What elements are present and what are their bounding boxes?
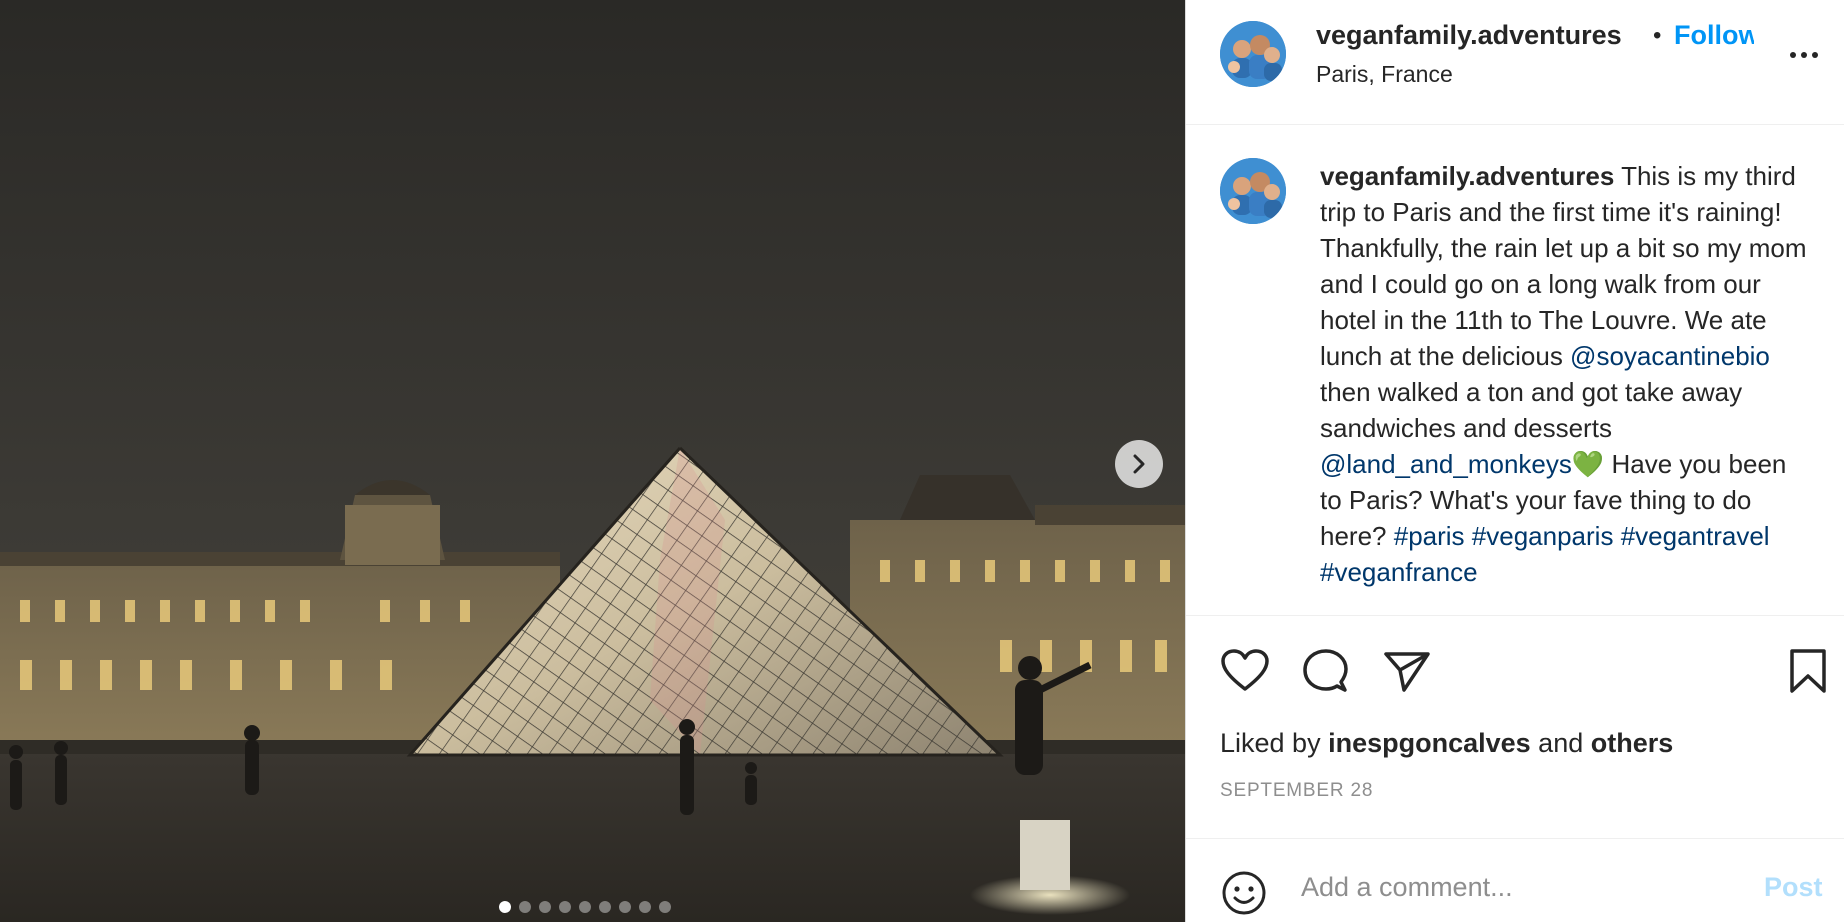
- post-comment-button[interactable]: Post: [1764, 872, 1823, 903]
- more-horizontal-icon: [1801, 52, 1807, 58]
- carousel-dot: [559, 901, 571, 913]
- carousel-dot: [519, 901, 531, 913]
- carousel-indicator: [499, 901, 671, 913]
- post-photo[interactable]: [0, 0, 1185, 922]
- mention-link[interactable]: @land_and_monkeys: [1320, 449, 1572, 479]
- more-horizontal-icon: [1812, 52, 1818, 58]
- more-horizontal-icon: [1790, 52, 1796, 58]
- more-options-button[interactable]: [1784, 40, 1824, 70]
- comment-button[interactable]: [1300, 648, 1350, 694]
- louvre-pyramid-night-photo: [0, 0, 1185, 922]
- caption-space: [1465, 521, 1472, 551]
- liked-by-others-link[interactable]: others: [1591, 728, 1674, 758]
- comments-section: veganfamily.adventures This is my third …: [1186, 126, 1844, 616]
- profile-photo: [1220, 158, 1286, 224]
- instagram-post-modal: veganfamily.adventures • Follow Paris, F…: [0, 0, 1844, 922]
- add-comment-bar: Post: [1186, 838, 1844, 922]
- carousel-dot: [539, 901, 551, 913]
- send-icon: [1384, 652, 1430, 692]
- hashtag-link[interactable]: #veganparis: [1472, 521, 1614, 551]
- post-author-username[interactable]: veganfamily.adventures: [1316, 20, 1622, 51]
- smiley-icon: [1222, 871, 1266, 915]
- hashtag-link[interactable]: #veganfrance: [1320, 557, 1478, 587]
- carousel-dot: [619, 901, 631, 913]
- next-photo-button[interactable]: [1115, 440, 1163, 488]
- caption-username[interactable]: veganfamily.adventures: [1320, 161, 1614, 191]
- post-header: veganfamily.adventures • Follow Paris, F…: [1186, 0, 1844, 125]
- carousel-dot: [659, 901, 671, 913]
- profile-photo: [1220, 21, 1286, 87]
- likes-middle: and: [1530, 728, 1591, 758]
- like-button[interactable]: [1220, 648, 1270, 694]
- hashtag-link[interactable]: #paris: [1394, 521, 1465, 551]
- post-action-bar: [1186, 640, 1844, 700]
- carousel-dot: [599, 901, 611, 913]
- caption-space: [1613, 521, 1620, 551]
- avatar[interactable]: [1220, 21, 1286, 87]
- mention-link[interactable]: @soyacantinebio: [1570, 341, 1770, 371]
- post-location[interactable]: Paris, France: [1316, 61, 1453, 88]
- caption-text: This is my third trip to Paris and the f…: [1320, 161, 1807, 371]
- comment-icon: [1303, 649, 1348, 692]
- carousel-dot: [499, 901, 511, 913]
- green-heart-emoji: 💚: [1571, 449, 1605, 479]
- likes-prefix: Liked by: [1220, 728, 1329, 758]
- chevron-right-icon: [1133, 454, 1145, 474]
- comment-input[interactable]: [1301, 861, 1741, 913]
- post-side-panel: veganfamily.adventures • Follow Paris, F…: [1185, 0, 1844, 922]
- follow-button[interactable]: Follow: [1674, 20, 1754, 51]
- avatar[interactable]: [1220, 158, 1286, 224]
- post-caption: veganfamily.adventures This is my third …: [1320, 158, 1810, 590]
- carousel-dot: [579, 901, 591, 913]
- carousel-dot: [639, 901, 651, 913]
- liked-by-user-link[interactable]: inespgoncalves: [1328, 728, 1531, 758]
- caption-text: then walked a ton and got take away sand…: [1320, 377, 1743, 443]
- post-date[interactable]: SEPTEMBER 28: [1220, 780, 1373, 802]
- separator-dot: •: [1653, 22, 1662, 49]
- hashtag-link[interactable]: #vegantravel: [1621, 521, 1770, 551]
- share-button[interactable]: [1382, 648, 1432, 694]
- emoji-picker-button[interactable]: [1220, 869, 1268, 917]
- save-button[interactable]: [1784, 648, 1834, 694]
- likes-summary: Liked by inespgoncalves and others: [1220, 728, 1673, 759]
- heart-icon: [1221, 649, 1269, 691]
- bookmark-icon: [1790, 649, 1826, 693]
